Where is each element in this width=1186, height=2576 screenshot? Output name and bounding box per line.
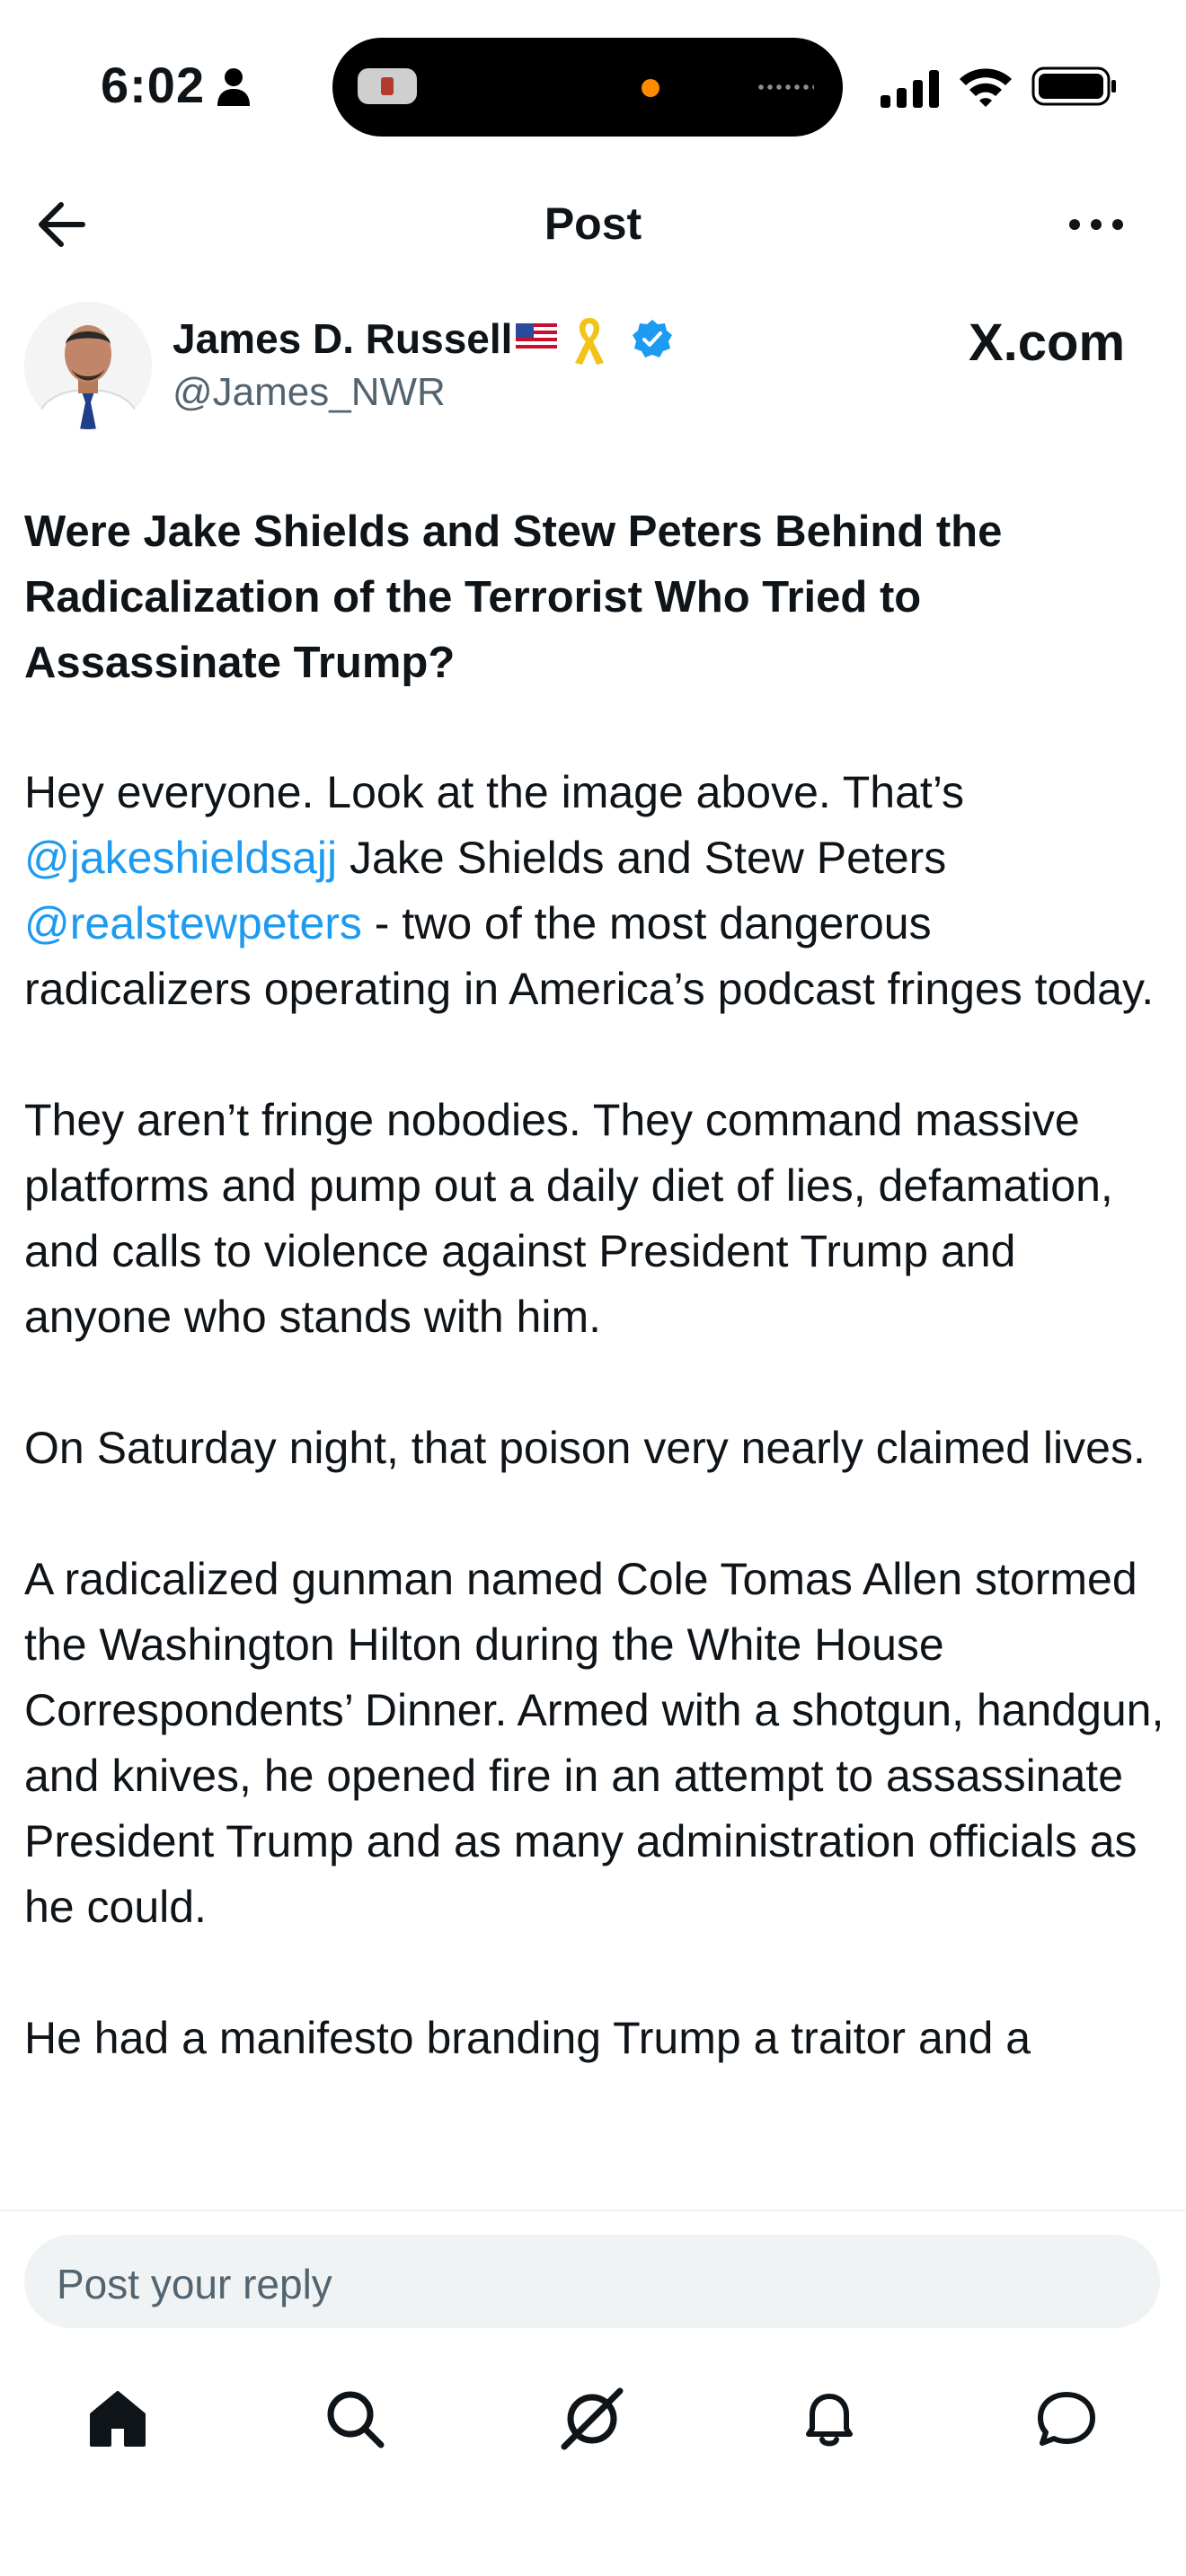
notifications-icon[interactable] — [796, 2386, 863, 2452]
battery-icon — [1031, 66, 1116, 106]
home-icon[interactable] — [84, 2386, 151, 2452]
reply-placeholder: Post your reply — [57, 2261, 332, 2307]
status-time: 6:02 — [101, 57, 206, 113]
author-name[interactable]: James D. Russell — [173, 314, 512, 363]
author-handle[interactable]: @James_NWR — [173, 370, 446, 415]
wifi-icon — [960, 68, 1012, 107]
grok-icon[interactable] — [559, 2386, 625, 2452]
avatar[interactable] — [24, 302, 152, 429]
post-text: Jake Shields and Stew Peters — [337, 833, 947, 883]
us-flag-icon — [516, 323, 557, 352]
post-body: Hey everyone. Look at the image above. T… — [24, 760, 1167, 2137]
post-text: Hey everyone. Look at the image above. T… — [24, 767, 965, 817]
messages-icon[interactable] — [1033, 2386, 1100, 2452]
post-paragraph: They aren’t fringe nobodies. They comman… — [24, 1095, 1113, 1342]
mic-indicator-icon — [642, 79, 659, 97]
post-paragraph: On Saturday night, that poison very near… — [24, 1423, 1146, 1473]
bottom-tab-bar — [0, 2344, 1186, 2576]
yellow-ribbon-icon — [575, 318, 604, 365]
cellular-signal-icon — [881, 70, 939, 108]
post-title: Were Jake Shields and Stew Peters Behind… — [24, 507, 1003, 687]
post-paragraph: Hey everyone. Look at the image above. T… — [24, 760, 1167, 1022]
verified-badge-icon — [633, 320, 672, 357]
page-title: Post — [544, 198, 642, 249]
avatar-photo — [24, 302, 152, 429]
mention-link[interactable]: @jakeshieldsajj — [24, 833, 337, 883]
search-icon[interactable] — [322, 2386, 388, 2452]
post-paragraph: A radicalized gunman named Cole Tomas Al… — [24, 1554, 1164, 1932]
live-activity-icon — [358, 68, 417, 104]
more-options-icon[interactable] — [1067, 208, 1125, 241]
mention-link[interactable]: @realstewpeters — [24, 898, 362, 948]
x-com-watermark: X.com — [969, 313, 1126, 372]
activity-dots-icon — [757, 84, 814, 90]
status-bar: 6:02 — [0, 0, 1186, 171]
reply-bar: Post your reply — [0, 2210, 1186, 2346]
person-icon — [217, 68, 250, 106]
post-paragraph: He had a manifesto branding Trump a trai… — [24, 2013, 1031, 2063]
dynamic-island — [332, 38, 843, 137]
reply-input[interactable]: Post your reply — [24, 2235, 1160, 2328]
top-nav: Post — [0, 171, 1186, 278]
